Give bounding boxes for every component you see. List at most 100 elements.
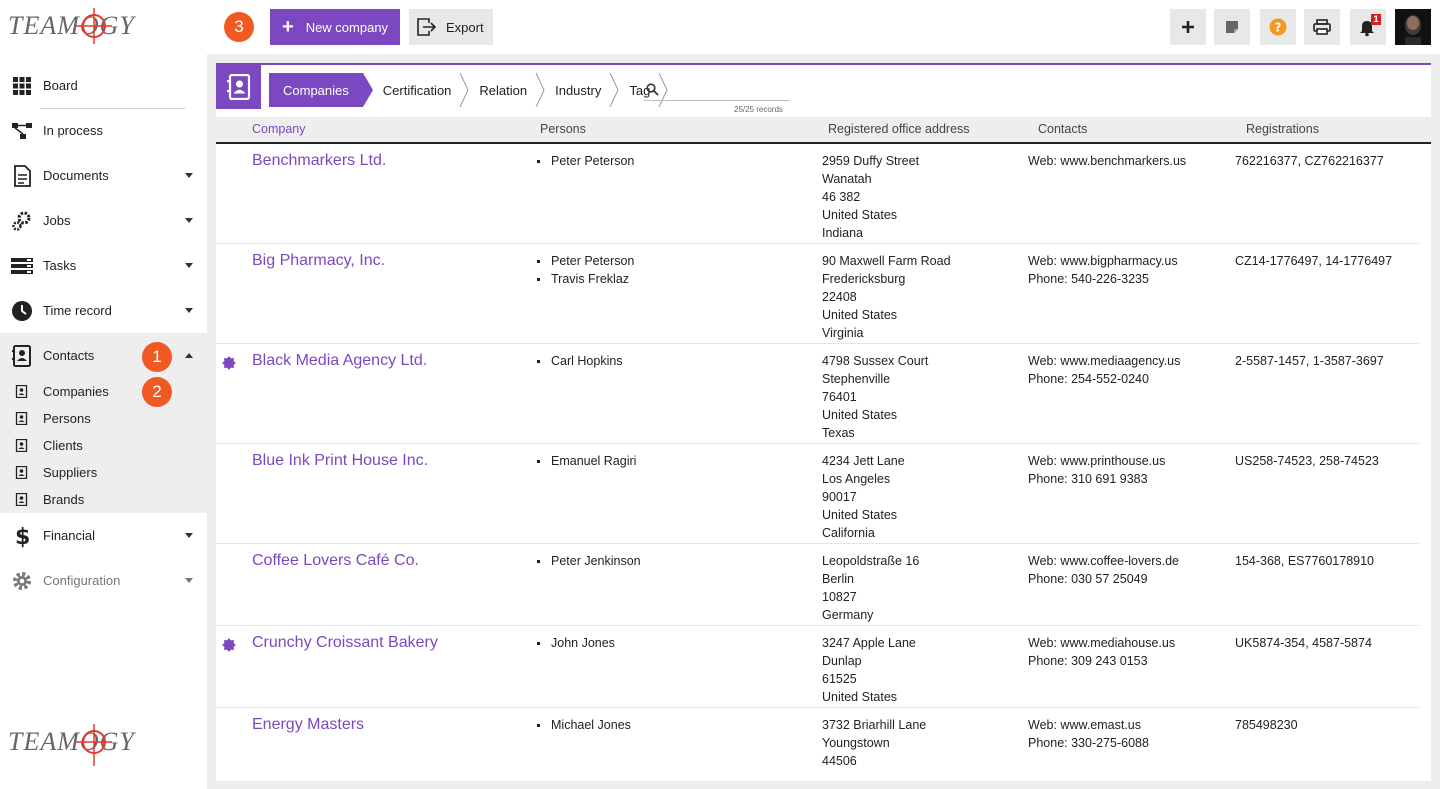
nav-configuration[interactable]: Configuration [0, 558, 207, 603]
nav-board[interactable]: Board [0, 63, 207, 109]
chevron-down-icon[interactable] [185, 578, 193, 583]
address-line: Los Angeles [822, 472, 891, 486]
tab-certification[interactable]: Certification [363, 73, 469, 107]
gears-icon [11, 210, 33, 232]
chevron-down-icon[interactable] [185, 263, 193, 268]
tab-industry[interactable]: Industry [541, 73, 619, 107]
contact-card-icon [15, 466, 28, 479]
notes-button[interactable] [1214, 9, 1250, 45]
starred-badge-icon[interactable] [222, 638, 236, 652]
chevron-up-icon[interactable] [185, 353, 193, 358]
new-company-button[interactable]: + New company [270, 9, 400, 45]
address-line: 3247 Apple Lane [822, 636, 916, 650]
table-row[interactable]: Energy Masters Michael Jones 3732 Briarhil… [216, 708, 1419, 781]
subnav-suppliers[interactable]: Suppliers [0, 459, 207, 486]
contact-line: Web: www.coffee-lovers.de [1028, 554, 1179, 568]
address-line: Youngstown [822, 736, 890, 750]
address-line: United States [822, 690, 898, 704]
company-name-link[interactable]: Coffee Lovers Café Co. [252, 552, 419, 570]
address-line: Germany [822, 608, 874, 622]
company-name-link[interactable]: Big Pharmacy, Inc. [252, 252, 385, 270]
nav-documents[interactable]: Documents [0, 153, 207, 198]
gear-icon [11, 570, 33, 592]
tab-companies[interactable]: Companies [269, 73, 373, 107]
user-avatar[interactable] [1395, 9, 1431, 45]
teamogy-logo-footer: TEAMOGY [8, 720, 143, 766]
contact-card-icon [15, 493, 28, 506]
column-header-contacts[interactable]: Contacts [1038, 122, 1087, 136]
help-button[interactable]: ? [1260, 9, 1296, 45]
column-header-registrations[interactable]: Registrations [1246, 122, 1319, 136]
address-line: 22408 [822, 290, 857, 304]
subnav-companies[interactable]: Companies [0, 378, 207, 405]
registrations-cell: 762216377, CZ762216377 [1235, 154, 1384, 168]
table-row[interactable]: Big Pharmacy, Inc. Peter Peterson Travis F… [216, 244, 1419, 344]
contact-card-icon [15, 385, 28, 398]
print-button[interactable] [1304, 9, 1340, 45]
person-item[interactable]: Peter Peterson [536, 252, 634, 270]
tab-relation[interactable]: Relation [465, 73, 545, 107]
export-button[interactable]: Export [409, 9, 493, 45]
contact-line: Phone: 310 691 9383 [1028, 472, 1148, 486]
person-item[interactable]: Peter Jenkinson [536, 552, 641, 570]
subnav-brands[interactable]: Brands [0, 486, 207, 513]
subnav-persons[interactable]: Persons [0, 405, 207, 432]
address-line: 44506 [822, 754, 857, 768]
person-item[interactable]: John Jones [536, 634, 615, 652]
table-row[interactable]: Benchmarkers Ltd. Peter Peterson 2959 Duff… [216, 144, 1419, 244]
address-line: 10827 [822, 590, 857, 604]
table-row[interactable]: Coffee Lovers Café Co. Peter Jenkinson Leo… [216, 544, 1419, 626]
subnav-clients[interactable]: Clients [0, 432, 207, 459]
column-header-company[interactable]: Company [252, 122, 306, 136]
address-line: Leopoldstraße 16 [822, 554, 920, 568]
nav-tasks[interactable]: Tasks [0, 243, 207, 288]
nav-financial[interactable]: $ Financial [0, 513, 207, 558]
person-item[interactable]: Carl Hopkins [536, 352, 623, 370]
add-button[interactable] [1170, 9, 1206, 45]
nav-label: Tasks [43, 258, 77, 273]
chevron-down-icon[interactable] [185, 308, 193, 313]
person-item[interactable]: Michael Jones [536, 716, 631, 734]
person-item[interactable]: Peter Peterson [536, 152, 634, 170]
address-line: Fredericksburg [822, 272, 906, 286]
subnav-label: Persons [43, 411, 91, 426]
column-header-persons[interactable]: Persons [540, 122, 586, 136]
registrations-cell: 154-368, ES7760178910 [1235, 554, 1375, 568]
persons-cell: Emanuel Ragiri [536, 452, 636, 470]
notifications-button[interactable]: 1 [1350, 9, 1386, 45]
contact-line: Web: www.printhouse.us [1028, 454, 1166, 468]
contact-line: Web: www.mediaagency.us [1028, 354, 1181, 368]
address-cell: 3247 Apple Lane Dunlap 61525 United States [822, 634, 916, 706]
company-name-link[interactable]: Crunchy Croissant Bakery [252, 634, 438, 652]
address-cell: 90 Maxwell Farm Road Fredericksburg 22408 U… [822, 252, 951, 342]
starred-badge-icon[interactable] [222, 356, 236, 370]
person-item[interactable]: Emanuel Ragiri [536, 452, 636, 470]
table-row[interactable]: Black Media Agency Ltd. Carl Hopkins 4798 … [216, 344, 1419, 444]
teamogy-logo[interactable]: TEAMOGY [8, 6, 143, 46]
companies-panel: Companies Certification Relation Industr… [216, 63, 1431, 781]
nav-in-process[interactable]: In process [0, 108, 207, 153]
person-item[interactable]: Travis Freklaz [536, 270, 634, 288]
table-row[interactable]: Blue Ink Print House Inc. Emanuel Ragiri 4… [216, 444, 1419, 544]
chevron-down-icon[interactable] [185, 533, 193, 538]
column-header-address[interactable]: Registered office address [828, 122, 970, 136]
logo-text: TEAMOGY [8, 727, 136, 756]
nav-contacts[interactable]: Contacts [0, 333, 207, 378]
nav-time-record[interactable]: Time record [0, 288, 207, 333]
company-name-link[interactable]: Benchmarkers Ltd. [252, 152, 386, 170]
chevron-down-icon[interactable] [185, 173, 193, 178]
subnav-label: Suppliers [43, 465, 98, 480]
subnav-label: Brands [43, 492, 85, 507]
company-name-link[interactable]: Blue Ink Print House Inc. [252, 452, 428, 470]
chevron-down-icon[interactable] [185, 218, 193, 223]
address-line: 61525 [822, 672, 857, 686]
company-name-link[interactable]: Black Media Agency Ltd. [252, 352, 427, 370]
table-row[interactable]: Crunchy Croissant Bakery John Jones 3247 A… [216, 626, 1419, 708]
nav-jobs[interactable]: Jobs [0, 198, 207, 243]
tab-label: Relation [479, 82, 528, 98]
address-line: United States [822, 408, 898, 422]
search-input[interactable] [666, 81, 788, 100]
company-name-link[interactable]: Energy Masters [252, 716, 364, 734]
main-nav: Board In process Documents Jobs Tasks Ti… [0, 63, 207, 603]
contact-line: Phone: 309 243 0153 [1028, 654, 1148, 668]
